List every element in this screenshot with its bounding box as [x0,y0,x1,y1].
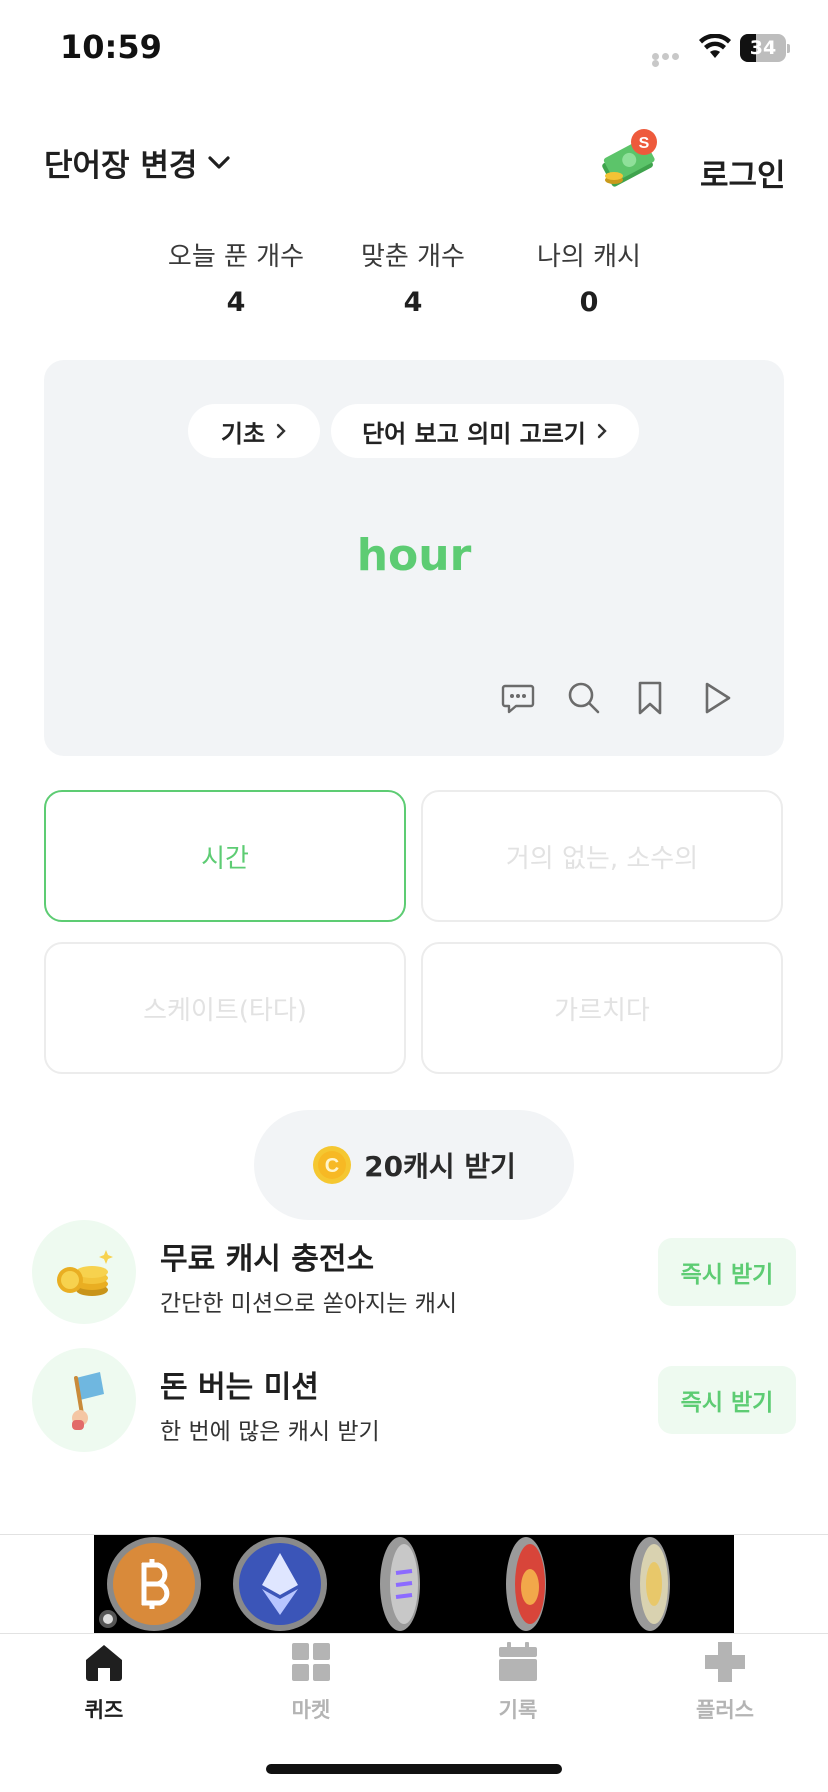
quiz-card: 기초 단어 보고 의미 고르기 hour [44,360,784,756]
ad-banner[interactable] [94,1535,734,1633]
bookmark-icon[interactable] [632,680,668,716]
stat-value: 4 [403,287,423,318]
stat-label: 맞춘 개수 [361,242,465,272]
battery-icon: 34 [740,34,790,62]
chevron-right-icon [276,423,286,439]
grid-icon [292,1643,330,1681]
tab-label: 플러스 [696,1698,754,1722]
get-cash-label: 20캐시 받기 [364,1150,516,1183]
get-cash-button[interactable]: C 20캐시 받기 [254,1110,574,1220]
comment-icon[interactable] [500,680,536,716]
stat-label: 오늘 푼 개수 [167,242,305,272]
answer-option[interactable]: 스케이트(타다) [44,942,406,1074]
tab-market[interactable]: 마켓 [251,1640,371,1724]
coin-letter: C [325,1155,339,1177]
claim-now-button[interactable]: 즉시 받기 [658,1366,796,1434]
login-button[interactable]: 로그인 [700,150,786,195]
status-bar: 10:59 34 [0,0,828,100]
mode-chip[interactable]: 단어 보고 의미 고르기 [331,404,639,458]
wifi-icon [699,34,731,58]
stat-my-cash: 나의 캐시 0 [499,236,679,318]
answer-option[interactable]: 가르치다 [421,942,783,1074]
home-indicator [266,1764,562,1774]
stat-value: 4 [226,287,246,318]
home-icon [86,1645,122,1681]
chevron-right-icon [597,423,607,439]
promo-title: 돈 버는 미션 [160,1370,319,1405]
stat-value: 0 [579,287,599,318]
tab-plus[interactable]: 플러스 [665,1640,785,1724]
cash-reward-icon[interactable]: S [598,128,662,190]
answer-option[interactable]: 시간 [44,790,406,922]
battery-level: 34 [749,37,777,59]
calendar-icon [499,1642,537,1681]
answer-option[interactable]: 거의 없는, 소수의 [421,790,783,922]
play-icon[interactable] [698,680,734,716]
level-chip-label: 기초 [220,419,266,448]
stat-correct: 맞춘 개수 4 [323,236,503,318]
coins-icon [32,1220,136,1324]
promo-description: 간단한 미션으로 쏟아지는 캐시 [160,1291,458,1317]
stat-label: 나의 캐시 [537,242,641,272]
tab-history[interactable]: 기록 [458,1640,578,1724]
chevron-down-icon [208,155,231,169]
promo-description: 한 번에 많은 캐시 받기 [160,1419,380,1445]
flag-icon [32,1348,136,1452]
tab-label: 마켓 [291,1698,331,1722]
claim-now-button[interactable]: 즉시 받기 [658,1238,796,1306]
plus-icon [705,1642,745,1682]
money-mission-row[interactable]: 돈 버는 미션 한 번에 많은 캐시 받기 즉시 받기 [32,1348,802,1452]
tab-quiz[interactable]: 퀴즈 [44,1640,164,1724]
wordbook-change-label: 단어장 변경 [44,148,198,184]
coin-icon: C [313,1146,352,1184]
promo-title: 무료 캐시 충전소 [160,1242,375,1277]
notification-badge: S [639,135,650,152]
wordbook-change-button[interactable]: 단어장 변경 [44,140,231,185]
status-time: 10:59 [60,28,162,66]
quiz-word: hour [356,530,472,581]
free-cash-station-row[interactable]: 무료 캐시 충전소 간단한 미션으로 쏟아지는 캐시 즉시 받기 [32,1220,802,1324]
tab-label: 퀴즈 [84,1698,124,1722]
crypto-coins-ad-image [99,1537,670,1631]
tab-label: 기록 [498,1698,538,1722]
search-icon[interactable] [566,680,602,716]
cellular-signal-icon [652,53,690,67]
level-chip[interactable]: 기초 [188,404,320,458]
stat-today-solved: 오늘 푼 개수 4 [146,236,326,318]
mode-chip-label: 단어 보고 의미 고르기 [362,419,586,448]
